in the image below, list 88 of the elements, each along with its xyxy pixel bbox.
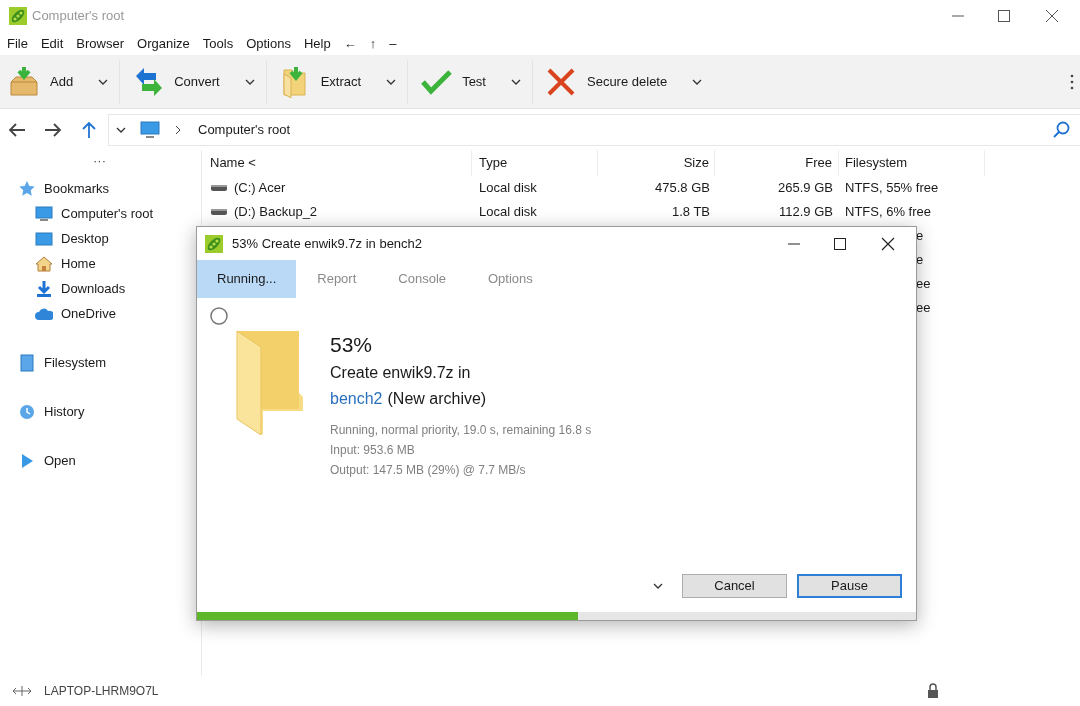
- folder-icon: [233, 329, 303, 435]
- sidebar-item[interactable]: OneDrive: [0, 301, 201, 326]
- maximize-icon: [997, 9, 1011, 23]
- menu-item[interactable]: File: [7, 33, 28, 54]
- computer-icon: [35, 204, 53, 223]
- address-field[interactable]: Computer's root: [108, 114, 1080, 146]
- table-cell-text: Local disk: [479, 179, 537, 198]
- close-icon: [880, 235, 896, 252]
- more-button[interactable]: ···: [0, 150, 201, 176]
- toolbar-button[interactable]: Convert: [119, 59, 266, 104]
- dialog-title: 53% Create enwik9.7z in bench2: [232, 234, 423, 253]
- drive-icon: [210, 207, 228, 217]
- star-icon: [18, 179, 36, 198]
- computer-icon: [140, 121, 160, 139]
- sidebar-item[interactable]: History: [0, 399, 201, 424]
- tab[interactable]: Report: [296, 260, 378, 298]
- status-text: Running, normal priority, 19.0 s, remaining 16.8 s: [330, 422, 592, 439]
- dialog-button[interactable]: Cancel: [682, 574, 787, 598]
- window-title: Computer's root: [32, 7, 125, 26]
- table-cell-text: NTFS, 55% free: [845, 179, 939, 198]
- menu-item[interactable]: Tools: [202, 33, 234, 54]
- table-cell-text: 112.9 GB: [779, 203, 833, 222]
- sidebar-item[interactable]: Computer's root: [0, 201, 201, 226]
- back-icon: [8, 122, 26, 138]
- resize-arrows-icon: [12, 685, 32, 697]
- progress-percent: 53%: [330, 332, 374, 358]
- column-header[interactable]: Free: [715, 150, 839, 176]
- up-icon: [81, 121, 97, 139]
- column-header[interactable]: Filesystem: [839, 150, 985, 176]
- table-cell-text: (D:) Backup_2: [234, 203, 318, 222]
- monitor-icon: [35, 229, 53, 248]
- forward-icon: [44, 122, 62, 138]
- sidebar-item[interactable]: Bookmarks: [0, 176, 201, 201]
- menu-item[interactable]: ↑: [369, 33, 377, 54]
- toolbar-button[interactable]: Extract: [265, 59, 408, 104]
- tab[interactable]: Running...: [197, 260, 297, 298]
- table-cell-text: e: [916, 251, 924, 270]
- menu-item[interactable]: Organize: [137, 33, 190, 54]
- drive-icon: [210, 183, 228, 193]
- menu-item[interactable]: Edit: [40, 33, 64, 54]
- tab[interactable]: Console: [377, 260, 467, 298]
- toolbar-button[interactable]: Secure delete: [532, 59, 714, 104]
- table-cell-text: 265.9 GB: [778, 179, 833, 198]
- sidebar-item[interactable]: Filesystem: [0, 350, 201, 375]
- box-icon: [8, 65, 40, 98]
- maximize-icon: [833, 236, 847, 251]
- status-text: Input: 953.6 MB: [330, 442, 416, 459]
- toolbar-button[interactable]: Test: [407, 59, 532, 104]
- app-logo-icon: [204, 233, 224, 254]
- column-header[interactable]: Name <: [202, 150, 472, 176]
- drive-icon: [18, 353, 36, 372]
- app-logo-icon: [8, 6, 28, 26]
- minimize-icon: [788, 242, 800, 245]
- sidebar-item[interactable]: Open: [0, 448, 201, 473]
- archive-note: (New archive): [387, 389, 487, 409]
- menu-item[interactable]: Help: [303, 33, 331, 54]
- menu-item[interactable]: Options: [246, 33, 291, 54]
- more-icon: [1070, 73, 1074, 90]
- table-cell-text: (C:) Acer: [234, 179, 286, 198]
- table-cell-text: NTFS, 6% free: [845, 203, 931, 222]
- table-cell-text: e: [916, 227, 924, 246]
- table-cell-text: 1.8 TB: [671, 203, 710, 222]
- chevron-right-icon: [174, 124, 182, 136]
- clock-icon: [18, 402, 36, 421]
- lock-icon: [926, 683, 940, 699]
- spinner-icon: [209, 306, 229, 326]
- menu-item[interactable]: ←: [343, 33, 357, 54]
- menu-item[interactable]: –: [389, 33, 397, 54]
- minimize-icon: [952, 15, 964, 17]
- table-cell-text: Local disk: [479, 203, 537, 222]
- column-header[interactable]: Type: [472, 150, 598, 176]
- table-cell-text: ee: [916, 275, 931, 294]
- table-cell-text: 475.8 GB: [655, 179, 710, 198]
- close-icon: [1044, 8, 1060, 24]
- download-icon: [35, 279, 53, 298]
- column-header[interactable]: Size: [598, 150, 715, 176]
- computer-name: LAPTOP-LHRM9O7L: [44, 683, 159, 700]
- menu-item[interactable]: Browser: [76, 33, 125, 54]
- toolbar-button[interactable]: Add: [8, 59, 120, 104]
- dialog-button[interactable]: Pause: [797, 574, 902, 598]
- house-icon: [35, 254, 53, 273]
- search-icon: [1052, 121, 1070, 139]
- tab[interactable]: Options: [467, 260, 554, 298]
- status-text: Output: 147.5 MB (29%) @ 7.7 MB/s: [330, 462, 527, 479]
- sidebar-item[interactable]: Desktop: [0, 226, 201, 251]
- table-cell-text: ee: [916, 299, 931, 318]
- operation-text: Create enwik9.7z in: [330, 363, 472, 383]
- archive-link[interactable]: bench2: [330, 386, 383, 412]
